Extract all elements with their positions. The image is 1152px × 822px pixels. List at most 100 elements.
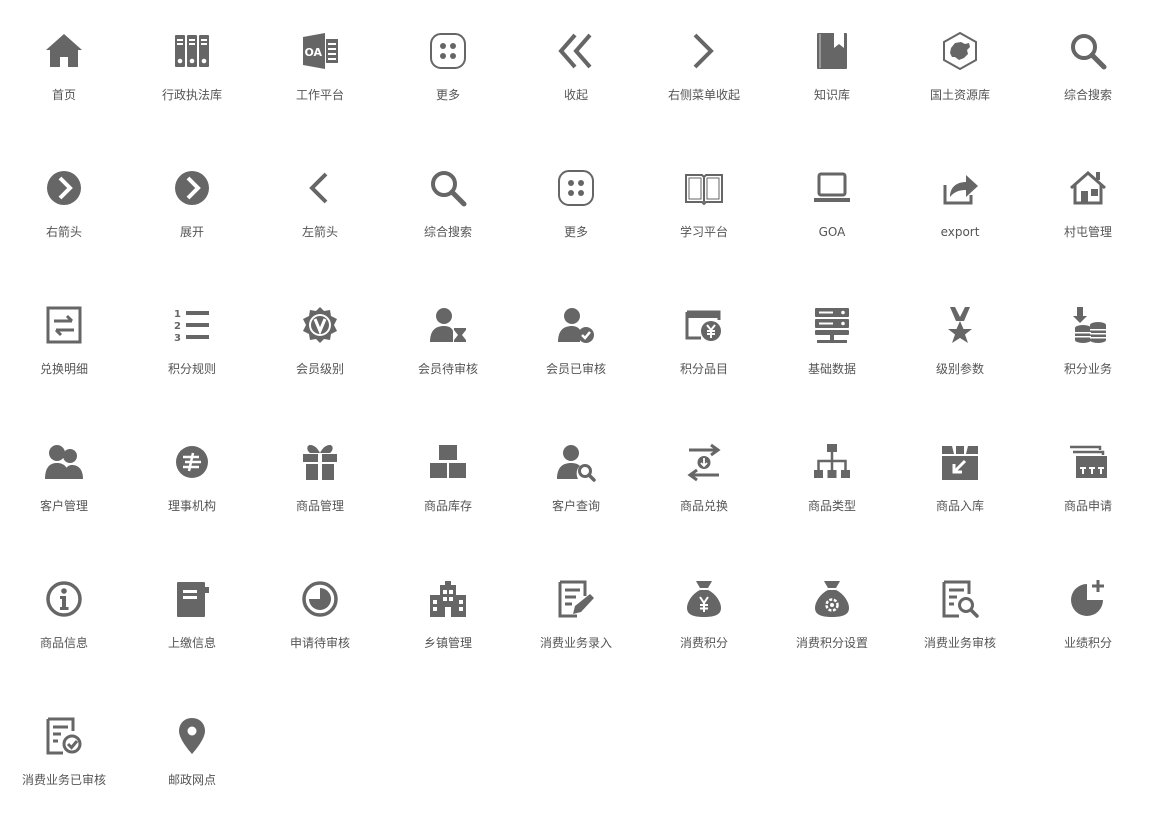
server-icon [815,308,849,343]
document-search-icon [942,580,979,618]
icon-tile[interactable]: 商品兑换 [640,411,768,548]
icon-tile[interactable]: 消费业务录入 [512,548,640,685]
icon-tile[interactable]: 兑换明细 [0,274,128,411]
icon-tile[interactable]: 知识库 [768,0,896,137]
icon-label: 工作平台 [295,88,344,102]
document-pen-icon [558,580,594,618]
icon-tile[interactable]: 客户查询 [512,411,640,548]
icon-tile[interactable]: 右箭头 [0,137,128,274]
icon-label: 上缴信息 [167,636,216,650]
icon-tile[interactable]: 国土资源库 [896,0,1024,137]
hierarchy-icon [814,444,850,478]
icon-tile[interactable]: 乡镇管理 [384,548,512,685]
icon-label: 展开 [179,225,204,239]
icon-tile[interactable]: 会员待审核 [384,274,512,411]
icon-tile[interactable]: 基础数据 [768,274,896,411]
icon-tile[interactable]: 商品库存 [384,411,512,548]
icon-tile[interactable]: 商品管理 [256,411,384,548]
icon-label: 综合搜索 [423,225,472,239]
icon-label: 右侧菜单收起 [667,88,740,102]
svg-text:1: 1 [174,309,181,320]
icon-tile[interactable]: 展开 [128,137,256,274]
icon-tile[interactable]: 更多 [384,0,512,137]
icon-label: 申请待审核 [289,636,350,650]
circle-arrow-right-icon [47,171,81,205]
svg-text:3: 3 [174,333,181,344]
icon-tile[interactable]: 消费积分 [640,548,768,685]
icon-tile[interactable]: 1 2 3 积分规则 [128,274,256,411]
search-icon [1071,34,1107,70]
icon-tile[interactable]: 商品申请 [1024,411,1152,548]
laptop-icon [814,172,850,202]
icon-tile[interactable]: 会员级别 [256,274,384,411]
icon-tile[interactable]: 村屯管理 [1024,137,1152,274]
icon-label: 消费积分设置 [795,636,868,650]
icon-tile[interactable]: OA 工作平台 [256,0,384,137]
circle-arrow-right-icon [175,171,209,205]
icon-tile[interactable]: 综合搜索 [384,137,512,274]
icon-label: 学习平台 [679,225,728,239]
icon-label: 基础数据 [807,362,856,376]
svg-text:2: 2 [174,321,181,332]
icon-label: 左箭头 [301,225,338,239]
icon-tile[interactable]: 消费业务审核 [896,548,1024,685]
svg-text:OA: OA [305,46,323,59]
chevron-right-icon [693,33,714,69]
icon-label: 商品信息 [39,636,88,650]
icon-tile[interactable]: 会员已审核 [512,274,640,411]
icon-tile[interactable]: 商品类型 [768,411,896,548]
icon-tile[interactable]: 商品信息 [0,548,128,685]
money-bag-gear-icon [815,581,849,617]
icon-label: 右箭头 [45,225,82,239]
icon-label: 会员待审核 [417,362,478,376]
icon-label: 业绩积分 [1063,636,1112,650]
icon-tile[interactable]: 消费业务已审核 [0,685,128,822]
stacked-windows-icon [1070,445,1107,478]
icon-label: 客户查询 [551,499,600,513]
icon-tile[interactable]: 右侧菜单收起 [640,0,768,137]
vip-badge-icon [303,307,337,343]
user-check-icon [558,308,594,343]
icon-tile[interactable]: 收起 [512,0,640,137]
icon-tile[interactable]: 积分品目 [640,274,768,411]
icon-label: 更多 [563,225,588,239]
icon-label: 商品管理 [295,499,344,513]
icon-tile[interactable]: 学习平台 [640,137,768,274]
bookmark-book-icon [817,33,847,69]
icon-label: 更多 [435,88,460,102]
icon-label: 理事机构 [167,499,216,513]
box-inbound-icon [942,446,978,480]
icon-tile[interactable]: 客户管理 [0,411,128,548]
icon-tile[interactable]: 理事机构 [128,411,256,548]
users-icon [45,445,83,479]
icon-label: 首页 [51,88,76,102]
icon-label: 级别参数 [935,362,984,376]
icon-tile[interactable]: export [896,137,1024,274]
icon-tile[interactable]: 上缴信息 [128,548,256,685]
home-icon [46,34,82,67]
exchange-box-icon [46,306,82,344]
icon-label: 消费业务录入 [539,636,612,650]
icon-tile[interactable]: 行政执法库 [128,0,256,137]
icon-tile[interactable]: 积分业务 [1024,274,1152,411]
icon-label: 商品申请 [1063,499,1112,513]
icon-tile[interactable]: 消费积分设置 [768,548,896,685]
search-icon [431,171,467,207]
icon-tile[interactable]: 更多 [512,137,640,274]
icon-tile[interactable]: 业绩积分 [1024,548,1152,685]
icon-tile[interactable]: 首页 [0,0,128,137]
icon-tile[interactable]: 综合搜索 [1024,0,1152,137]
icon-tile[interactable]: 申请待审核 [256,548,384,685]
icon-tile[interactable]: GOA [768,137,896,274]
icon-label: 商品兑换 [679,499,728,513]
numbered-list-icon: 1 2 3 [174,309,209,344]
pie-clock-icon [302,581,338,617]
icon-label: GOA [818,225,846,239]
icon-tile[interactable]: 邮政网点 [128,685,256,822]
icon-label: 乡镇管理 [423,636,472,650]
icon-tile[interactable]: 级别参数 [896,274,1024,411]
icon-tile[interactable]: 商品入库 [896,411,1024,548]
icon-label: 消费积分 [679,636,728,650]
icon-tile[interactable]: 左箭头 [256,137,384,274]
icon-label: export [940,225,980,239]
